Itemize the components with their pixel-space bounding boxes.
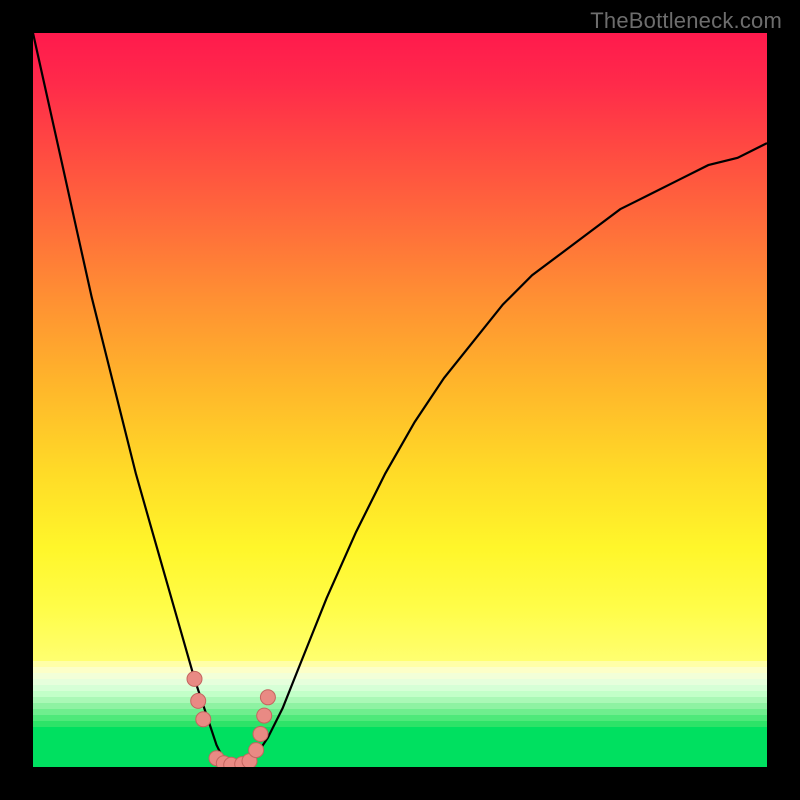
- background-gradient: [33, 33, 767, 767]
- band: [33, 727, 767, 767]
- gradient-bands: [33, 661, 767, 767]
- gradient-warm: [33, 33, 767, 661]
- plot-area: [33, 33, 767, 767]
- chart-frame: TheBottleneck.com: [0, 0, 800, 800]
- watermark-text: TheBottleneck.com: [590, 8, 782, 34]
